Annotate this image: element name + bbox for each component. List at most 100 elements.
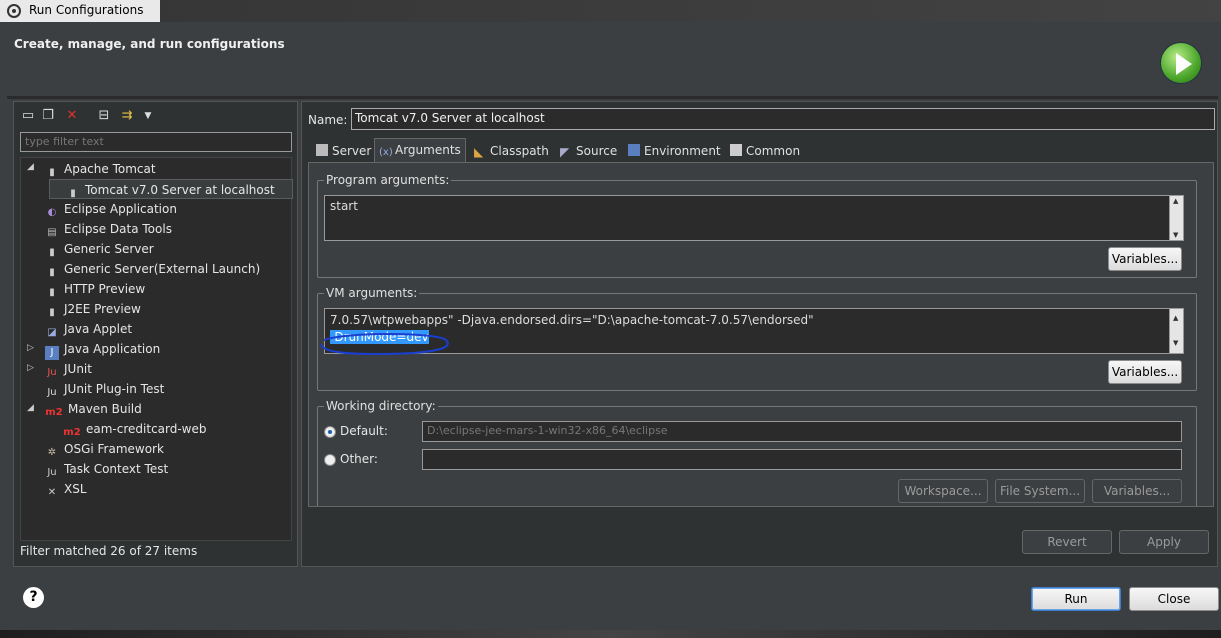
junit-icon: Ju <box>47 367 57 378</box>
delete-icon[interactable]: ✕ <box>64 108 80 124</box>
program-arguments-group: Program arguments: start Variables... <box>317 173 1197 278</box>
other-directory-field[interactable] <box>422 449 1182 470</box>
tree-item-eclipse-data-tools[interactable]: ▤ Eclipse Data Tools <box>45 219 172 239</box>
title-bar: Run Configurations <box>0 0 1221 22</box>
close-button[interactable]: Close <box>1129 587 1219 611</box>
m2-icon: m2 <box>45 407 63 418</box>
expand-arrow-icon[interactable]: ▷ <box>27 343 34 353</box>
run-button[interactable]: Run <box>1031 587 1121 611</box>
server-icon: ▮ <box>49 307 55 318</box>
run-large-icon <box>1160 42 1202 84</box>
classpath-icon: ◣ <box>474 145 484 159</box>
collapse-all-icon[interactable]: ⊟ <box>96 108 112 124</box>
vm-arguments-group: VM arguments: 7.0.57\wtpwebapps" -Djava.… <box>317 286 1197 391</box>
tab-environment[interactable]: Environment <box>624 140 725 162</box>
window-title: Run Configurations <box>29 3 144 17</box>
filter-status: Filter matched 26 of 27 items <box>20 544 198 558</box>
arguments-icon: (x) <box>379 147 393 158</box>
data-tools-icon: ▤ <box>47 227 57 238</box>
common-icon <box>730 144 742 156</box>
tree-item-j2ee-preview[interactable]: ▮ J2EE Preview <box>45 299 141 319</box>
vm-arguments-line1: 7.0.57\wtpwebapps" -Djava.endorsed.dirs=… <box>330 313 814 327</box>
scrollbar[interactable] <box>1169 196 1183 240</box>
tree-item-xsl[interactable]: ✕ XSL <box>45 479 87 499</box>
tree-item-task-context-test[interactable]: Ju Task Context Test <box>45 459 168 479</box>
title-bar-background <box>160 0 1221 22</box>
tree-item-eclipse-application[interactable]: ◐ Eclipse Application <box>45 199 177 219</box>
vm-variables-button[interactable]: Variables... <box>1108 360 1182 384</box>
help-icon[interactable]: ? <box>23 587 44 608</box>
eclipse-icon: ◐ <box>47 207 57 218</box>
program-variables-button[interactable]: Variables... <box>1108 247 1182 271</box>
filter-icon[interactable]: ⇉ <box>119 108 135 124</box>
tree-item-apache-tomcat[interactable]: ▮ Apache Tomcat <box>45 159 155 179</box>
left-toolbar: ▭ ❐ ✕ ⊟ ⇉ ▼ <box>18 106 178 126</box>
default-label: Default: <box>340 424 388 438</box>
working-variables-button[interactable]: Variables... <box>1092 479 1182 503</box>
osgi-icon: ✲ <box>47 447 57 458</box>
tree-item-http-preview[interactable]: ▮ HTTP Preview <box>45 279 145 299</box>
arguments-tab-body: Program arguments: start Variables... VM… <box>308 162 1214 507</box>
header-separator <box>7 96 1218 99</box>
filter-input[interactable]: type filter text <box>20 132 292 152</box>
background-strip <box>0 630 1221 638</box>
header-title: Create, manage, and run configurations <box>14 37 285 51</box>
working-directory-label: Working directory: <box>324 399 438 413</box>
tab-arguments[interactable]: (x) Arguments <box>374 138 466 162</box>
tree-item-junit[interactable]: Ju JUnit <box>45 359 92 379</box>
apply-button[interactable]: Apply <box>1119 530 1209 554</box>
annotation-circle <box>320 333 449 356</box>
duplicate-icon[interactable]: ❐ <box>40 108 56 124</box>
tab-bar: Server (x) Arguments ◣ Classpath ◤ Source E… <box>308 138 1214 162</box>
tree-item-java-applet[interactable]: ◪ Java Applet <box>45 319 132 339</box>
other-radio[interactable] <box>324 454 336 466</box>
applet-icon: ◪ <box>47 327 57 338</box>
collapse-arrow-icon[interactable]: ◢ <box>27 162 34 172</box>
default-radio[interactable] <box>324 426 336 438</box>
program-arguments-label: Program arguments: <box>324 173 452 187</box>
server-icon: ▮ <box>49 287 55 298</box>
config-editor: Name: Tomcat v7.0 Server at localhost Se… <box>301 101 1218 567</box>
tab-classpath[interactable]: ◣ Classpath <box>470 140 553 162</box>
workspace-button[interactable]: Workspace... <box>898 479 988 503</box>
tab-source[interactable]: ◤ Source <box>556 140 621 162</box>
expand-arrow-icon[interactable]: ▷ <box>27 363 34 373</box>
tree-item-junit-plugin[interactable]: Ju JUnit Plug-in Test <box>45 379 164 399</box>
junit-plugin-icon: Ju <box>47 387 57 398</box>
server-icon: ▮ <box>49 267 55 278</box>
tree-item-tomcat-server[interactable]: ▮ Tomcat v7.0 Server at localhost <box>49 179 293 199</box>
environment-icon <box>628 144 640 156</box>
server-icon <box>316 144 328 156</box>
eclipse-icon <box>7 4 21 18</box>
config-tree: ◢ ▮ Apache Tomcat ▮ Tomcat v7.0 Server at … <box>20 157 293 541</box>
name-field[interactable]: Tomcat v7.0 Server at localhost <box>351 108 1215 130</box>
server-icon: ▮ <box>49 247 55 258</box>
task-icon: Ju <box>47 467 57 478</box>
tree-item-eam-creditcard-web[interactable]: m2 eam-creditcard-web <box>63 419 206 439</box>
java-app-icon: J <box>45 346 59 360</box>
tree-item-generic-server[interactable]: ▮ Generic Server <box>45 239 153 259</box>
dialog-header: Create, manage, and run configurations <box>7 24 1218 96</box>
source-icon: ◤ <box>560 145 570 159</box>
revert-button[interactable]: Revert <box>1022 530 1112 554</box>
tree-item-maven-build[interactable]: m2 Maven Build <box>45 399 141 419</box>
tree-item-java-application[interactable]: J Java Application <box>45 339 160 360</box>
other-label: Other: <box>340 452 378 466</box>
scrollbar[interactable] <box>1169 309 1183 353</box>
working-directory-group: Working directory: Default: D:\eclipse-j… <box>317 399 1197 506</box>
file-system-button[interactable]: File System... <box>995 479 1085 503</box>
program-arguments-textarea[interactable]: start <box>324 195 1184 241</box>
run-configurations-dialog: Run Configurations Create, manage, and r… <box>0 0 1221 638</box>
new-config-icon[interactable]: ▭ <box>20 108 36 124</box>
configurations-pane: ▭ ❐ ✕ ⊟ ⇉ ▼ type filter text ◢ ▮ Apache T… <box>13 101 298 567</box>
tree-item-osgi-framework[interactable]: ✲ OSGi Framework <box>45 439 164 459</box>
tree-item-generic-server-external[interactable]: ▮ Generic Server(External Launch) <box>45 259 260 279</box>
m2-icon: m2 <box>63 427 81 438</box>
tab-server[interactable]: Server <box>312 140 375 162</box>
tomcat-icon: ▮ <box>49 167 55 178</box>
xsl-icon: ✕ <box>47 487 57 498</box>
collapse-arrow-icon[interactable]: ◢ <box>27 403 34 413</box>
tab-common[interactable]: Common <box>726 140 804 162</box>
filter-dropdown-icon[interactable]: ▼ <box>140 108 156 124</box>
default-directory-field: D:\eclipse-jee-mars-1-win32-x86_64\eclip… <box>422 421 1182 442</box>
